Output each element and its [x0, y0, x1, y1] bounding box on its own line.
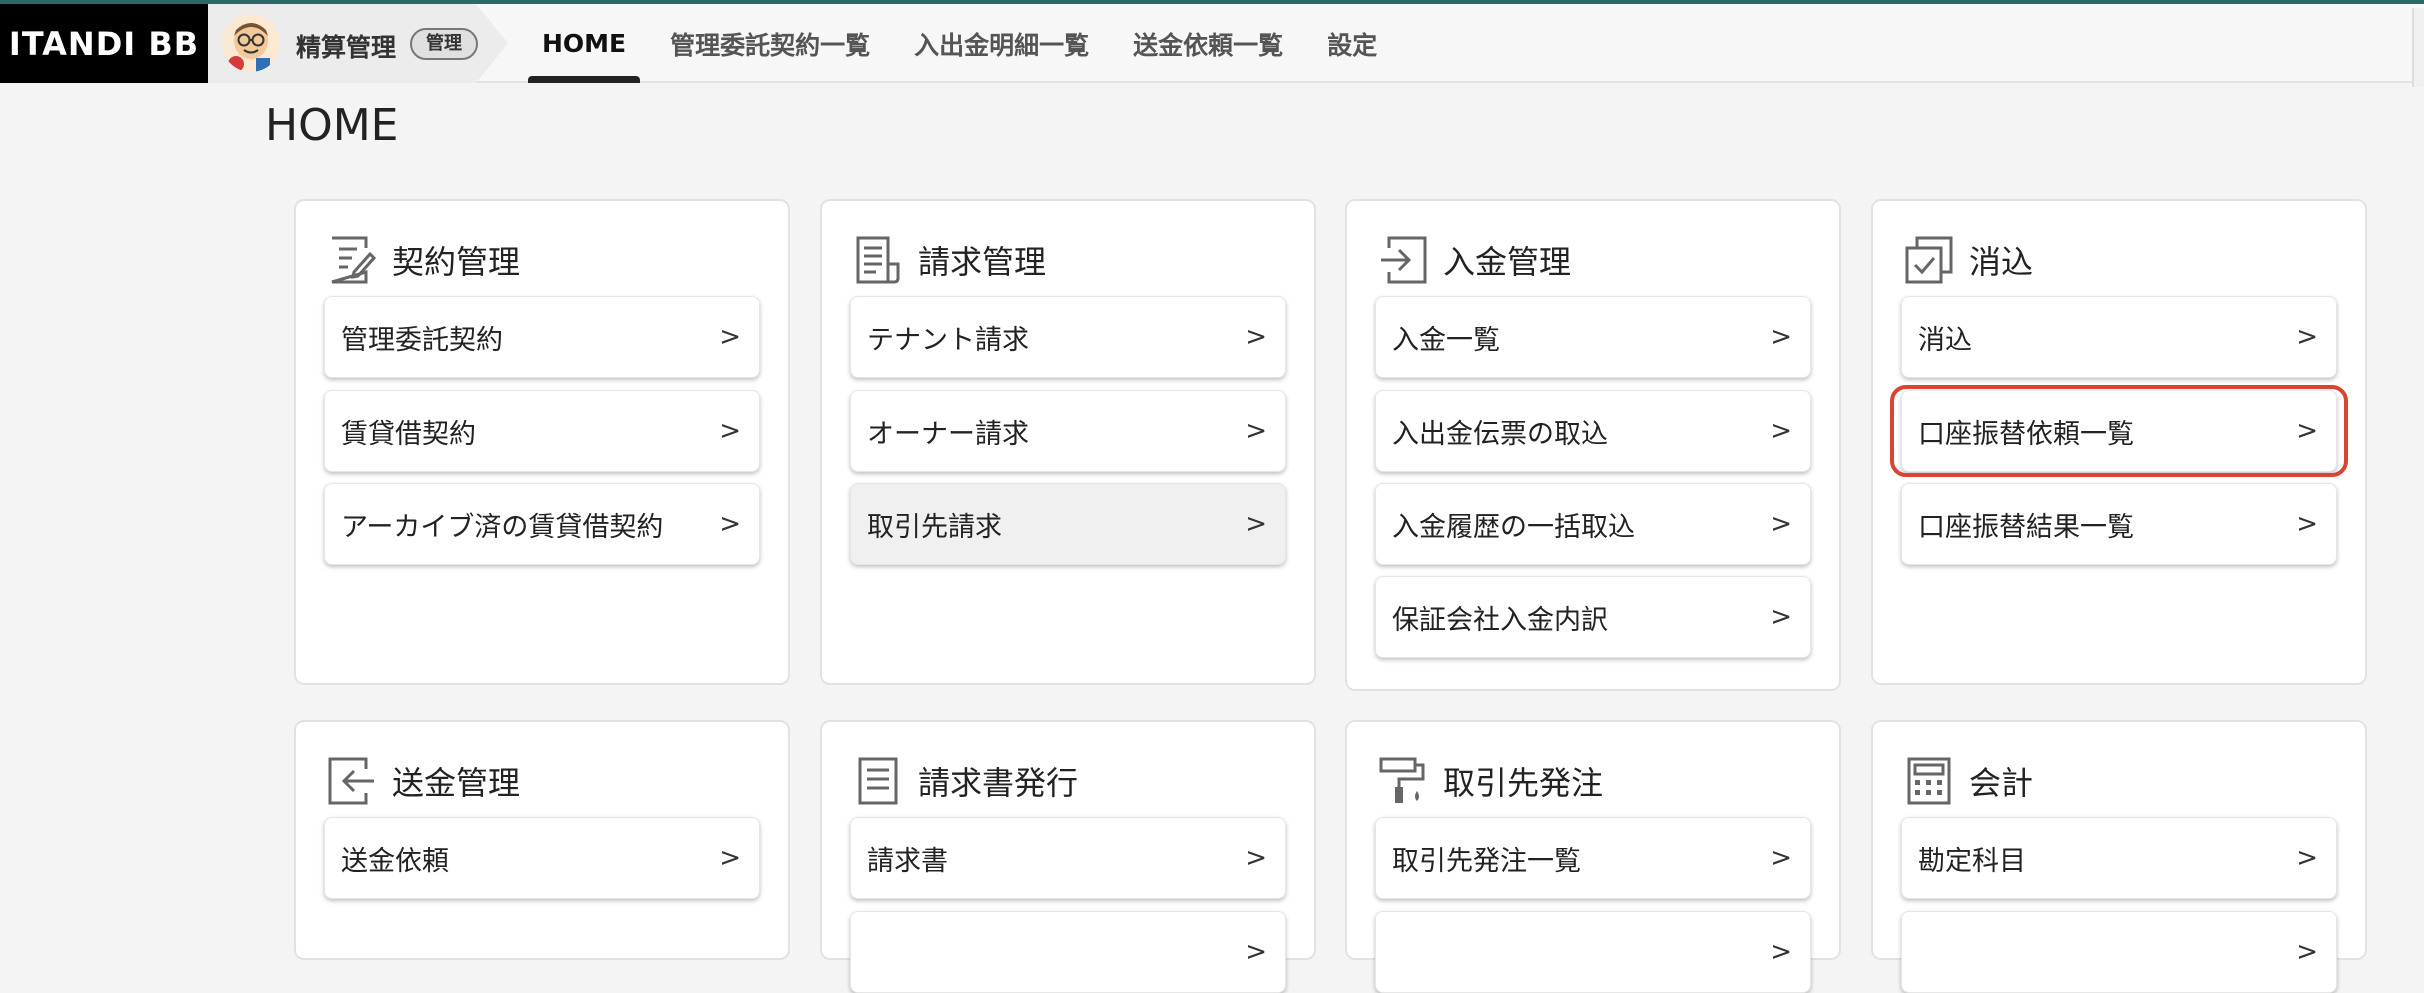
menu-item-direct-debit-result-list[interactable]: 口座振替結果一覧 >: [1901, 483, 2337, 565]
chevron-right-icon: >: [2296, 509, 2318, 539]
menu-item-label: 入金一覧: [1392, 324, 1500, 356]
chevron-right-icon: >: [2296, 416, 2318, 446]
chevron-right-icon: >: [1770, 416, 1792, 446]
chevron-right-icon: >: [1245, 322, 1267, 352]
menu-item-label: 入金履歴の一括取込: [1392, 511, 1635, 543]
tab-transactions[interactable]: 入出金明細一覧: [900, 4, 1103, 83]
itandi-logo[interactable]: ITANDI BB: [0, 4, 208, 83]
app-switcher[interactable]: 精算管理 管理: [208, 4, 508, 83]
menu-item-label: テナント請求: [867, 324, 1029, 356]
chevron-right-icon: >: [1770, 602, 1792, 632]
menu-item-label: 口座振替依頼一覧: [1918, 418, 2134, 450]
card-title: 会計: [1969, 764, 2034, 802]
menu-item-account-titles[interactable]: 勘定科目 >: [1901, 817, 2337, 899]
chevron-right-icon: >: [719, 322, 741, 352]
chevron-right-icon: >: [1245, 843, 1267, 873]
card-billing-management: 請求管理 テナント請求 > オーナー請求 > 取引先請求 >: [820, 199, 1316, 685]
chevron-right-icon: >: [2296, 937, 2318, 967]
menu-item-label: 管理委託契約: [341, 324, 503, 356]
copy-check-icon: [1905, 236, 1953, 284]
menu-item-label: 入出金伝票の取込: [1392, 418, 1608, 450]
card-accounting: 会計 勘定科目 > >: [1871, 720, 2367, 993]
menu-item-label: 勘定科目: [1918, 845, 2026, 877]
card-supplier-orders: 取引先発注 取引先発注一覧 > >: [1345, 720, 1841, 993]
login-icon: [1381, 236, 1427, 284]
chevron-right-icon: >: [2296, 322, 2318, 352]
card-title: 請求管理: [918, 243, 1047, 281]
menu-item-remittance-request[interactable]: 送金依頼 >: [324, 817, 760, 899]
card-title: 消込: [1969, 243, 2034, 281]
menu-item-management-contract[interactable]: 管理委託契約 >: [324, 296, 760, 378]
menu-item-label: 保証会社入金内訳: [1392, 604, 1608, 636]
menu-item-guarantor-deposit-breakdown[interactable]: 保証会社入金内訳 >: [1375, 576, 1811, 658]
card-title: 入金管理: [1443, 243, 1572, 281]
scrollbar[interactable]: [2412, 8, 2424, 87]
chevron-right-icon: >: [719, 843, 741, 873]
invoice-icon: [856, 236, 900, 284]
menu-item-partial[interactable]: >: [1901, 911, 2337, 993]
menu-item-lease-contract[interactable]: 賃貸借契約 >: [324, 390, 760, 472]
menu-item-label: 口座振替結果一覧: [1918, 511, 2134, 543]
menu-item-label: 請求書: [867, 845, 948, 877]
app-name: 精算管理: [296, 33, 397, 62]
card-invoice-issuance: 請求書発行 請求書 > >: [820, 720, 1316, 993]
menu-item-supplier-billing[interactable]: 取引先請求 >: [850, 483, 1286, 565]
avatar: [222, 14, 280, 72]
menu-item-deposit-list[interactable]: 入金一覧 >: [1375, 296, 1811, 378]
paint-roller-icon: [1379, 757, 1425, 803]
chevron-right-icon: >: [1245, 937, 1267, 967]
menu-item-partial[interactable]: >: [850, 911, 1286, 993]
card-remittance-management: 送金管理 送金依頼 >: [294, 720, 790, 960]
chevron-right-icon: >: [1245, 509, 1267, 539]
chevron-right-icon: >: [1770, 322, 1792, 352]
menu-item-label: アーカイブ済の賃貸借契約: [341, 511, 664, 543]
calculator-icon: [1907, 757, 1951, 805]
menu-item-label: 取引先発注一覧: [1392, 845, 1581, 877]
card-reconciliation: 消込 消込 > 口座振替依頼一覧 > 口座振替結果一覧 >: [1871, 199, 2367, 685]
card-contract-management: 契約管理 管理委託契約 > 賃貸借契約 > アーカイブ済の賃貸借契約 >: [294, 199, 790, 685]
page-title: HOME: [265, 100, 399, 151]
chevron-right-icon: >: [719, 416, 741, 446]
document-icon: [858, 757, 898, 805]
chevron-right-icon: >: [2296, 843, 2318, 873]
top-navigation-bar: ITANDI BB 精算管理 管理 HOME 管理委託契約一覧 入出金明細一覧 …: [0, 4, 2424, 87]
card-title: 取引先発注: [1443, 764, 1604, 802]
menu-item-supplier-order-list[interactable]: 取引先発注一覧 >: [1375, 817, 1811, 899]
card-title: 請求書発行: [918, 764, 1079, 802]
chevron-right-icon: >: [1770, 843, 1792, 873]
tab-settings[interactable]: 設定: [1313, 4, 1391, 83]
menu-item-tenant-billing[interactable]: テナント請求 >: [850, 296, 1286, 378]
edit-list-icon: [331, 236, 377, 284]
tab-home[interactable]: HOME: [528, 4, 641, 83]
menu-item-deposit-history-import[interactable]: 入金履歴の一括取込 >: [1375, 483, 1811, 565]
tab-remittance-requests[interactable]: 送金依頼一覧: [1119, 4, 1297, 83]
menu-item-partial[interactable]: >: [1375, 911, 1811, 993]
card-deposit-management: 入金管理 入金一覧 > 入出金伝票の取込 > 入金履歴の一括取込 > 保証会社入…: [1345, 199, 1841, 691]
menu-item-label: オーナー請求: [867, 418, 1029, 450]
tab-management-contracts[interactable]: 管理委託契約一覧: [656, 4, 884, 83]
menu-item-label: 取引先請求: [867, 511, 1002, 543]
main-tabs: HOME 管理委託契約一覧 入出金明細一覧 送金依頼一覧 設定: [528, 4, 1407, 83]
app-role-badge: 管理: [410, 28, 478, 60]
menu-item-label: 賃貸借契約: [341, 418, 476, 450]
menu-item-archived-lease-contract[interactable]: アーカイブ済の賃貸借契約 >: [324, 483, 760, 565]
card-title: 契約管理: [392, 243, 521, 281]
chevron-right-icon: >: [1770, 937, 1792, 967]
logout-icon: [328, 757, 374, 805]
menu-item-label: 消込: [1918, 324, 1972, 356]
chevron-right-icon: >: [719, 509, 741, 539]
menu-item-direct-debit-request-list[interactable]: 口座振替依頼一覧 >: [1890, 385, 2348, 477]
menu-item-reconciliation[interactable]: 消込 >: [1901, 296, 2337, 378]
menu-item-slip-import[interactable]: 入出金伝票の取込 >: [1375, 390, 1811, 472]
chevron-right-icon: >: [1770, 509, 1792, 539]
chevron-right-icon: >: [1245, 416, 1267, 446]
card-title: 送金管理: [392, 764, 521, 802]
menu-item-label: 送金依頼: [341, 845, 449, 877]
menu-item-owner-billing[interactable]: オーナー請求 >: [850, 390, 1286, 472]
menu-item-invoice[interactable]: 請求書 >: [850, 817, 1286, 899]
